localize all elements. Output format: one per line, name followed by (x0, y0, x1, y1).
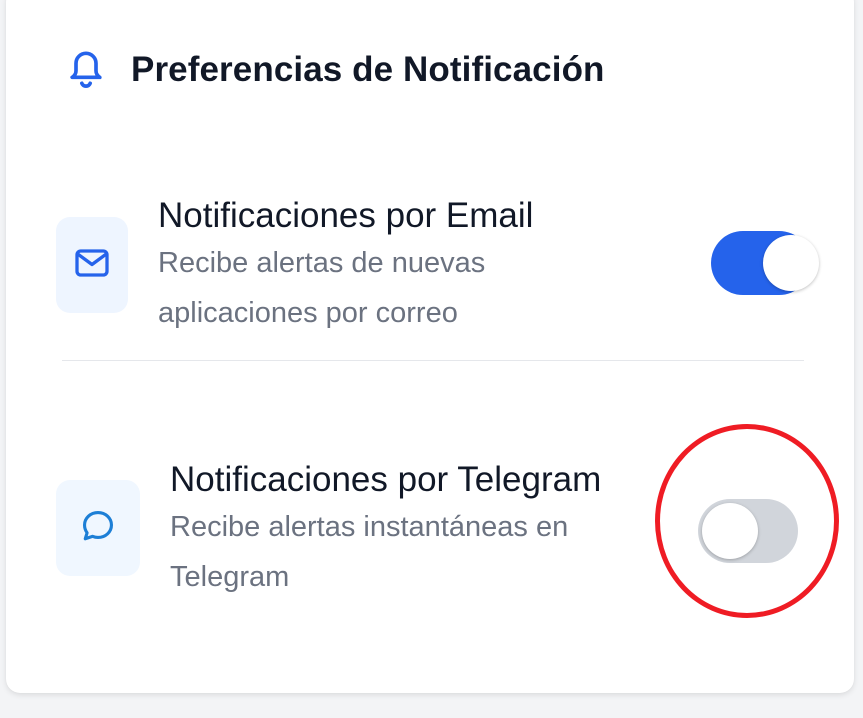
divider (62, 360, 804, 361)
setting-title: Notificaciones por Telegram (170, 460, 602, 499)
notification-preferences-card: Preferencias de Notificación Notificacio… (6, 0, 854, 693)
toggle-knob (763, 235, 819, 291)
chat-bubble-icon (81, 509, 115, 548)
email-notifications-toggle[interactable] (711, 231, 819, 295)
setting-title: Notificaciones por Email (158, 196, 534, 235)
page-title: Preferencias de Notificación (131, 50, 605, 89)
mail-icon-box (56, 217, 128, 313)
setting-text-telegram: Notificaciones por Telegram Recibe alert… (170, 458, 650, 602)
card-header: Preferencias de Notificación (66, 48, 605, 92)
chat-icon-box (56, 480, 140, 576)
toggle-knob (702, 503, 758, 559)
setting-description: Recibe alertas instantáneas en Telegram (170, 511, 569, 593)
setting-description: Recibe alertas de nuevas aplicaciones po… (158, 247, 486, 329)
bell-icon (66, 48, 108, 92)
setting-text-email: Notificaciones por Email Recibe alertas … (158, 194, 618, 338)
telegram-notifications-toggle[interactable] (698, 499, 798, 563)
mail-icon (74, 248, 110, 283)
